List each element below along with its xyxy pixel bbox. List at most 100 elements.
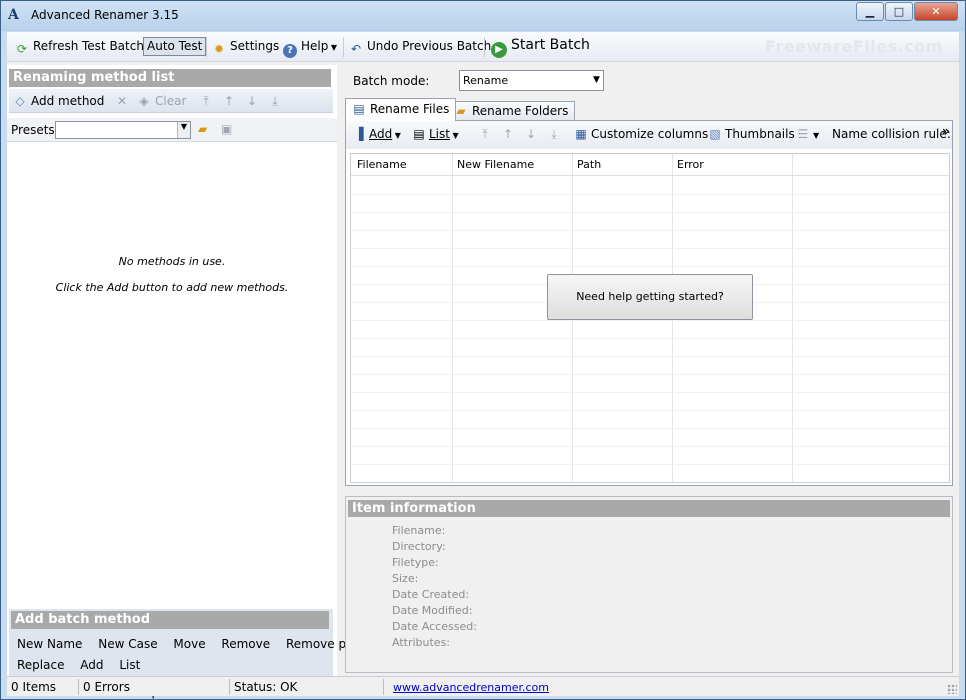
toolbar-separator — [343, 37, 344, 57]
view-list-icon: ☰ — [797, 127, 809, 141]
list-icon: ▤ — [413, 127, 425, 141]
open-folder-icon[interactable]: ▰ — [198, 122, 207, 136]
watermark: FreewareFiles.com — [765, 37, 943, 56]
auto-test-toggle[interactable]: Auto Test — [143, 37, 207, 56]
status-separator — [78, 679, 79, 695]
tab-rename-files[interactable]: ▤ Rename Files — [345, 98, 457, 121]
test-batch-button[interactable]: Test Batch — [82, 38, 144, 57]
settings-button[interactable]: ✹ Settings — [212, 38, 279, 57]
grid-row-line — [351, 230, 949, 231]
view-mode-button[interactable]: ☰ ▼ — [796, 127, 820, 141]
refresh-button[interactable]: ⟳ Refresh — [15, 38, 78, 57]
grid-row-line — [351, 266, 949, 267]
thumbnails-button[interactable]: ▧ Thumbnails — [708, 127, 794, 141]
move-down-icon: ↓ — [525, 127, 537, 141]
batch-mode-value: Rename — [463, 74, 509, 87]
move-up-button[interactable]: ↑ — [222, 93, 240, 109]
chevron-down-icon: ▼ — [177, 122, 190, 138]
diamond-icon: ◇ — [15, 94, 25, 108]
column-header-error[interactable]: Error — [677, 158, 704, 171]
add-files-button[interactable]: ▐ Add ▼ — [352, 127, 401, 141]
method-add[interactable]: Add — [80, 658, 103, 672]
empty-hint: Click the Add button to add new methods. — [55, 281, 289, 294]
add-method-button[interactable]: ◇ Add method — [13, 93, 104, 109]
grid-row-line — [351, 248, 949, 249]
method-replace[interactable]: Replace — [17, 658, 64, 672]
column-header-path[interactable]: Path — [577, 158, 601, 171]
delete-method-button[interactable]: ✕ — [115, 93, 133, 109]
move-down-button[interactable]: ↓ — [524, 127, 541, 141]
name-collision-rule[interactable]: Name collision rule: — [832, 127, 951, 141]
help-getting-started-button[interactable]: Need help getting started? — [547, 274, 753, 320]
website-link[interactable]: www.advancedrenamer.com — [393, 681, 549, 694]
refresh-icon: ⟳ — [16, 42, 28, 56]
method-list[interactable]: List — [119, 658, 140, 672]
list-button[interactable]: ▤ List ▼ — [412, 127, 458, 141]
presets-label: Presets: — [11, 123, 59, 137]
main-window: A Advanced Renamer 3.15 ▁ □ ✕ ⟳ Refresh T… — [0, 0, 966, 700]
help-label: Help — [301, 39, 329, 53]
presets-select[interactable]: ▼ — [55, 121, 191, 139]
window-title: Advanced Renamer 3.15 — [31, 8, 179, 22]
help-icon: ? — [283, 44, 297, 58]
column-header-new-filename[interactable]: New Filename — [457, 158, 534, 171]
move-up-button[interactable]: ↑ — [501, 127, 518, 141]
info-label-size: Size: — [392, 572, 419, 585]
move-bottom-icon: ⤓ — [272, 94, 278, 108]
move-bottom-icon: ⤓ — [551, 127, 557, 141]
tab-rename-folders[interactable]: ▰ Rename Folders — [447, 101, 576, 120]
move-bottom-button[interactable]: ⤓ — [547, 127, 564, 142]
save-preset-icon[interactable]: ▣ — [221, 122, 232, 136]
grid-row-line — [351, 338, 949, 339]
maximize-button[interactable]: □ — [885, 2, 913, 21]
customize-columns-label: Customize columns — [591, 127, 709, 141]
image-icon: ▧ — [709, 127, 721, 141]
info-label-date-created: Date Created: — [392, 588, 470, 601]
undo-icon: ↶ — [350, 42, 362, 56]
undo-previous-batch-button[interactable]: ↶ Undo Previous Batch — [349, 38, 491, 57]
method-new-name[interactable]: New Name — [17, 637, 82, 651]
item-information-panel: Item information Filename: Directory: Fi… — [345, 496, 953, 673]
move-top-button[interactable]: ⤒ — [478, 127, 495, 142]
column-header-filename[interactable]: Filename — [357, 158, 407, 171]
title-bar[interactable]: A Advanced Renamer 3.15 ▁ □ ✕ — [1, 1, 965, 31]
method-move[interactable]: Move — [173, 637, 205, 651]
close-icon: ✕ — [931, 5, 941, 18]
batch-method-row: New Name New Case Move Remove Remove pat… — [17, 637, 395, 651]
close-button[interactable]: ✕ — [914, 2, 958, 21]
batch-method-header: Add batch method — [11, 611, 329, 629]
info-label-date-modified: Date Modified: — [392, 604, 473, 617]
grid-row-line — [351, 212, 949, 213]
grid-row-line — [351, 356, 949, 357]
presets-bar: Presets: ▼ ▰ ▣ — [7, 118, 337, 142]
chevron-down-icon: ▼ — [813, 131, 820, 140]
info-label-filetype: Filetype: — [392, 556, 439, 569]
add-method-label: Add method — [31, 94, 105, 108]
toolbar-overflow-icon[interactable]: » — [942, 124, 950, 138]
minimize-button[interactable]: ▁ — [856, 2, 884, 21]
name-collision-label: Name collision rule: — [832, 127, 951, 141]
start-batch-button[interactable]: ▶ Start Batch — [491, 37, 590, 58]
batch-mode-select[interactable]: Rename ▼ — [459, 70, 604, 91]
grid-row-line — [351, 446, 949, 447]
file-grid: Filename New Filename Path Error Need he… — [350, 153, 950, 483]
empty-message: No methods in use. — [118, 255, 226, 268]
status-errors: 0 Errors — [83, 680, 130, 694]
clear-button[interactable]: ◈ Clear — [137, 93, 186, 109]
move-bottom-button[interactable]: ⤓ — [268, 93, 286, 109]
help-menu-button[interactable]: ? Help ▼ — [283, 38, 337, 58]
eraser-icon: ◈ — [139, 94, 149, 108]
resize-grip[interactable] — [947, 684, 957, 694]
client-area: ⟳ Refresh Test Batch Auto Test ✹ Settings … — [7, 32, 959, 699]
customize-columns-button[interactable]: ▦ Customize columns — [574, 127, 708, 141]
batch-method-row: Replace Add List — [17, 658, 152, 672]
grid-column — [351, 154, 453, 482]
status-items: 0 Items — [11, 680, 57, 694]
method-new-case[interactable]: New Case — [98, 637, 157, 651]
method-remove[interactable]: Remove — [221, 637, 270, 651]
grid-row-line — [351, 428, 949, 429]
move-down-button[interactable]: ↓ — [245, 93, 263, 109]
grid-row-line — [351, 410, 949, 411]
move-top-button[interactable]: ⤒ — [199, 93, 217, 109]
move-up-icon: ↑ — [502, 127, 514, 141]
